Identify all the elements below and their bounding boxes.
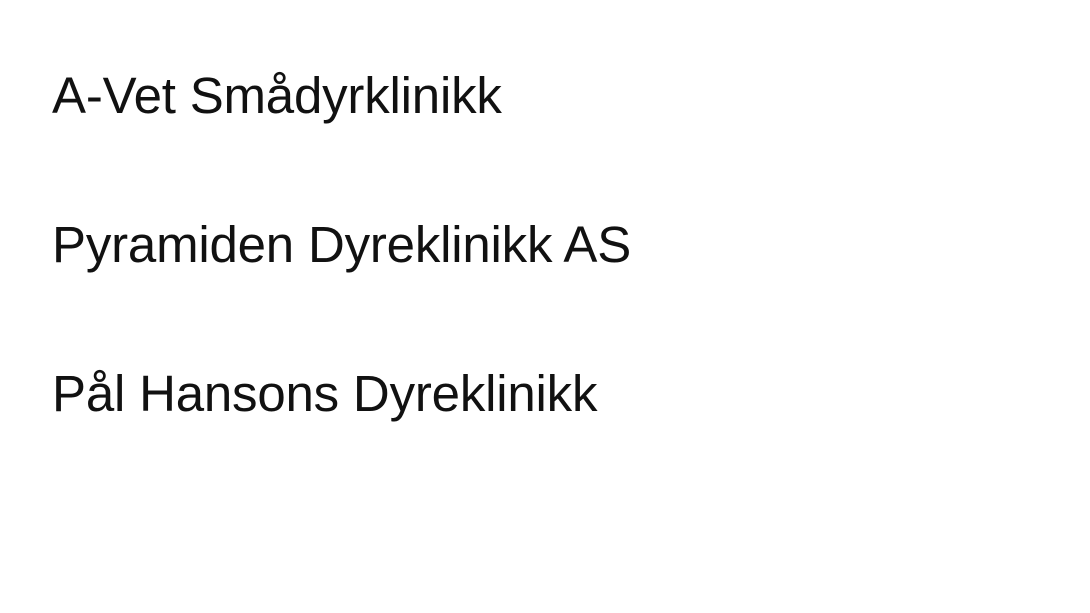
clinic-list-item-pyramiden-dyreklinikk[interactable]: Pyramiden Dyreklinikk AS: [0, 195, 1090, 344]
clinic-name: Pyramiden Dyreklinikk AS: [52, 216, 632, 273]
clinic-name: Pål Hansons Dyreklinikk: [52, 365, 598, 422]
clinic-list: A-Vet Smådyrklinikk Pyramiden Dyreklinik…: [0, 46, 1090, 493]
clinic-name: A-Vet Smådyrklinikk: [52, 67, 502, 124]
clinic-list-item-pal-hansons-dyreklinikk[interactable]: Pål Hansons Dyreklinikk: [0, 344, 1090, 493]
clinic-list-item-a-vet-smadyrklinikk[interactable]: A-Vet Smådyrklinikk: [0, 46, 1090, 195]
